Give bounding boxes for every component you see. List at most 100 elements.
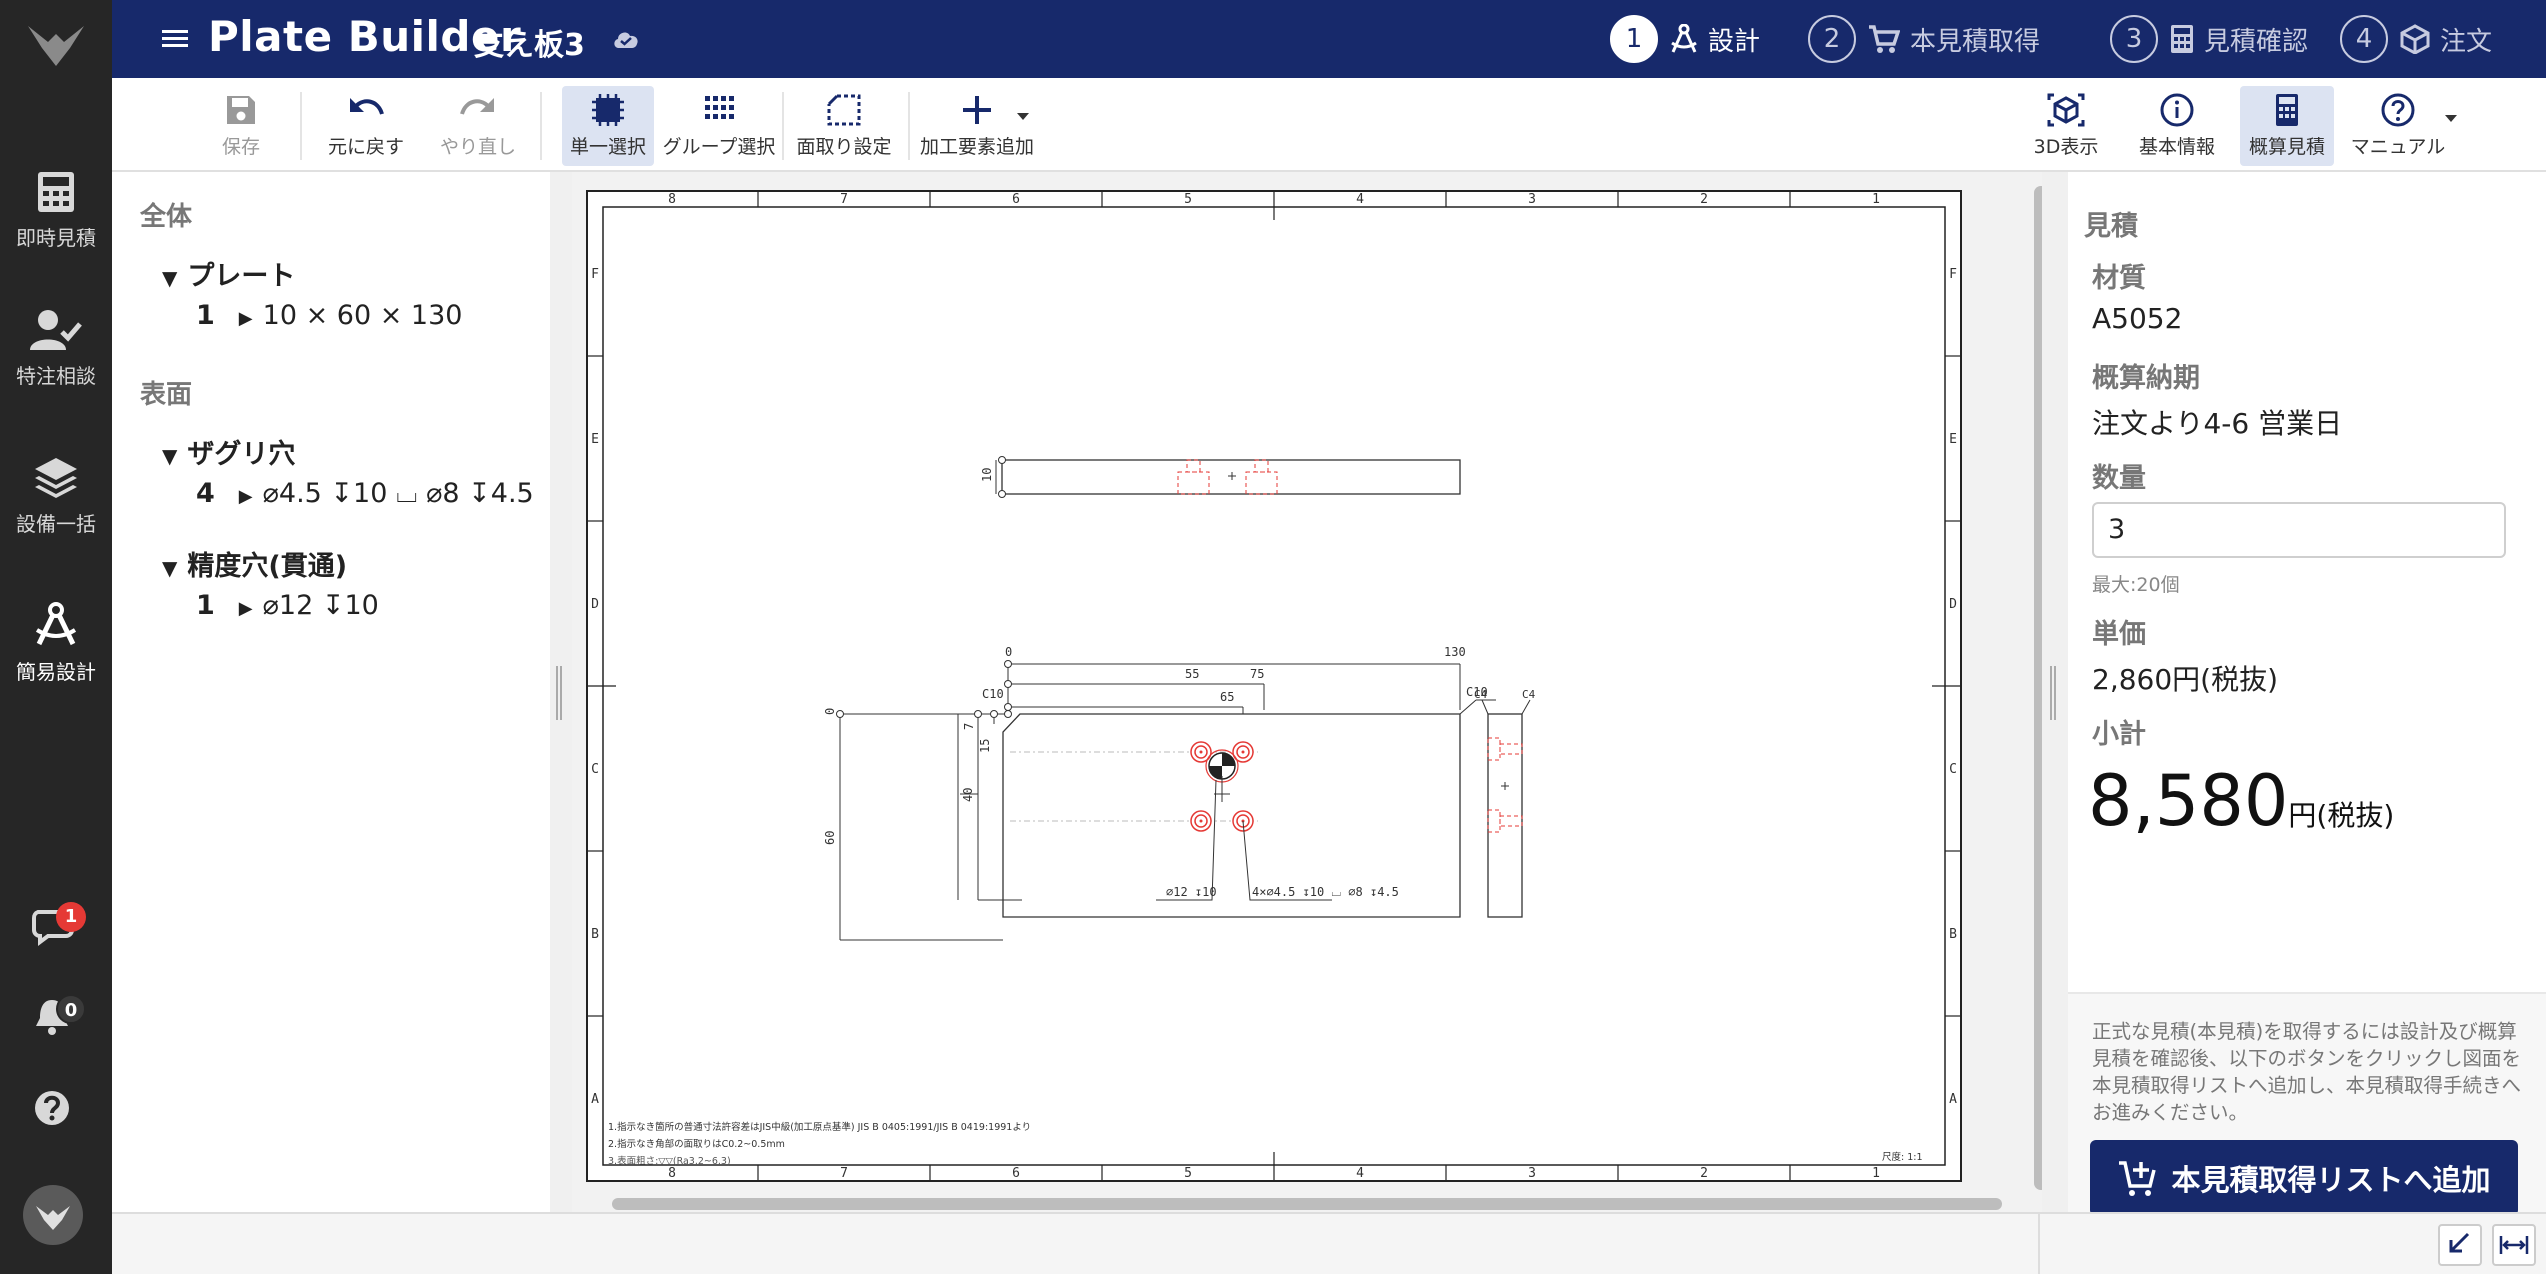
- frame-row-label: B: [591, 927, 599, 942]
- undo-button[interactable]: 元に戻す: [318, 86, 414, 166]
- dim-y7: 7: [962, 723, 976, 730]
- cube-3d-icon: [2047, 93, 2085, 127]
- frame-col-label: 7: [840, 192, 848, 207]
- right-splitter[interactable]: [2042, 172, 2068, 1212]
- rail-item-label: 特注相談: [16, 364, 96, 388]
- lead-time-value: 注文より4-6 営業日: [2092, 407, 2343, 440]
- frame-col-label: 2: [1700, 192, 1708, 207]
- frame-row-label: D: [591, 597, 599, 612]
- layers-icon: [35, 458, 77, 498]
- step-design[interactable]: 1 設計: [1610, 14, 1760, 64]
- splitter-grip-icon: [556, 666, 562, 720]
- basic-info-button[interactable]: 基本情報: [2130, 86, 2224, 166]
- collapse-triangle-icon: ▼: [162, 266, 178, 290]
- document-name[interactable]: 支え板3: [474, 20, 585, 64]
- drawing-note: 3.表面粗さ:▽▽(Ra3.2~6.3): [608, 1155, 731, 1167]
- expand-arrow-icon: ▶: [238, 598, 253, 619]
- frame-row-label: A: [1949, 1092, 1957, 1107]
- step-quote-confirm[interactable]: 3 見積確認: [2110, 14, 2308, 64]
- front-view: 0 55 65 75 130 0 7 15 40 60 C10 C10 ⌀12 …: [823, 645, 1496, 941]
- left-splitter[interactable]: [550, 172, 572, 1212]
- frame-row-label: E: [1949, 432, 1957, 447]
- dim-y60: 60: [823, 831, 837, 845]
- callout-precision-hole: ⌀12 ↧10: [1166, 885, 1217, 899]
- fit-width-button[interactable]: [2492, 1224, 2536, 1266]
- drawing-viewport[interactable]: 8 7 6 5 4 3 2 1 8 7 6 5 4 3 2 1 F E D C …: [572, 172, 2048, 1212]
- save-button[interactable]: 保存: [210, 86, 272, 166]
- dim-x65: 65: [1220, 690, 1234, 704]
- technical-drawing: 8 7 6 5 4 3 2 1 8 7 6 5 4 3 2 1 F E D C …: [586, 190, 1962, 1182]
- tree-row-counterbore[interactable]: 4 ▶ ⌀4.5 ↧10 ⌴ ⌀8 ↧4.5: [196, 478, 534, 510]
- calculator-icon: [38, 172, 74, 212]
- lead-time-label: 概算納期: [2092, 363, 2200, 394]
- unit-price-label: 単価: [2092, 619, 2146, 650]
- rail-item-label: 簡易設計: [16, 660, 96, 684]
- quantity-hint: 最大:20個: [2092, 574, 2180, 596]
- chevron-down-icon[interactable]: [2444, 114, 2458, 124]
- dim-x0: 0: [1005, 645, 1012, 659]
- hamburger-menu-icon[interactable]: [162, 24, 188, 54]
- single-select-icon: [592, 94, 624, 126]
- callout-counterbore: 4×⌀4.5 ↧10 ⌴ ⌀8 ↧4.5: [1252, 885, 1399, 899]
- frame-col-label: 5: [1184, 192, 1192, 207]
- horizontal-scrollbar[interactable]: [612, 1198, 2002, 1210]
- calculator-icon: [2276, 94, 2298, 126]
- top-view: 10: [980, 456, 1461, 498]
- drawing-note: 2.指示なき角部の面取りはC0.2~0.5mm: [608, 1138, 785, 1150]
- compass-icon: [35, 602, 77, 646]
- material-label: 材質: [2092, 263, 2146, 294]
- brand-logo-icon[interactable]: [26, 22, 86, 70]
- tree-group-plate[interactable]: ▼ プレート: [162, 254, 295, 293]
- box-icon: [2400, 24, 2430, 54]
- splitter-grip-icon: [2050, 666, 2056, 720]
- quantity-input[interactable]: 3: [2092, 502, 2506, 558]
- dim-c4-b: C4: [1522, 688, 1536, 701]
- rail-item-simple-design[interactable]: 簡易設計: [0, 602, 112, 685]
- redo-button[interactable]: やり直し: [430, 86, 526, 166]
- rail-item-custom-consult[interactable]: 特注相談: [0, 308, 112, 389]
- frame-row-label: F: [1949, 267, 1957, 282]
- add-to-formal-quote-list-button[interactable]: 本見積取得リストへ追加: [2090, 1140, 2518, 1216]
- frame-col-label: 4: [1356, 192, 1364, 207]
- collapse-triangle-icon: ▼: [162, 556, 178, 580]
- frame-col-label: 4: [1356, 1166, 1364, 1181]
- frame-col-label: 5: [1184, 1166, 1192, 1181]
- arrow-down-left-icon: [2449, 1232, 2470, 1253]
- dim-thickness: 10: [980, 468, 994, 482]
- cloud-saved-icon: [614, 32, 638, 48]
- frame-row-label: C: [1949, 762, 1957, 777]
- manual-button[interactable]: マニュアル: [2344, 86, 2452, 166]
- collapse-panel-button[interactable]: [2438, 1224, 2482, 1266]
- frame-col-label: 3: [1528, 1166, 1536, 1181]
- info-icon: [2160, 93, 2194, 127]
- chevron-down-icon[interactable]: [1016, 112, 1030, 122]
- 3d-view-button[interactable]: 3D表示: [2024, 86, 2108, 166]
- dim-x75: 75: [1250, 667, 1264, 681]
- step-formal-quote[interactable]: 2 本見積取得: [1808, 14, 2040, 64]
- tree-section-surface: 表面: [140, 380, 193, 410]
- expand-arrow-icon: ▶: [238, 308, 253, 329]
- tree-row-plate[interactable]: 1 ▶ 10 × 60 × 130: [196, 300, 462, 331]
- frame-row-label: A: [591, 1092, 599, 1107]
- step-order[interactable]: 4 注文: [2340, 14, 2492, 64]
- rough-estimate-button[interactable]: 概算見積: [2240, 86, 2334, 166]
- user-avatar-icon[interactable]: [22, 1184, 84, 1246]
- chamfer-settings-button[interactable]: 面取り設定: [792, 86, 896, 166]
- subtotal-label: 小計: [2092, 719, 2146, 750]
- cart-icon: [1869, 25, 1900, 53]
- frame-row-label: C: [591, 762, 599, 777]
- drawing-scale: 尺度: 1:1: [1882, 1151, 1923, 1163]
- tree-row-precision-hole[interactable]: 1 ▶ ⌀12 ↧10: [196, 590, 379, 621]
- rail-item-instant-quote[interactable]: 即時見積: [0, 170, 112, 251]
- tree-group-precision-hole[interactable]: ▼ 精度穴(貫通): [162, 544, 347, 583]
- rail-item-bulk-equipment[interactable]: 設備一括: [0, 456, 112, 537]
- single-select-button[interactable]: 単一選択: [562, 86, 654, 166]
- drawing-sheet[interactable]: 8 7 6 5 4 3 2 1 8 7 6 5 4 3 2 1 F E D C …: [586, 190, 1962, 1182]
- group-select-button[interactable]: グループ選択: [660, 86, 778, 166]
- frame-row-label: F: [591, 267, 599, 282]
- save-icon: [227, 96, 255, 124]
- notification-badge: 0: [56, 994, 86, 1024]
- help-icon[interactable]: [30, 1082, 82, 1134]
- add-feature-button[interactable]: 加工要素追加: [914, 86, 1040, 166]
- tree-group-counterbore[interactable]: ▼ ザグリ穴: [162, 432, 295, 471]
